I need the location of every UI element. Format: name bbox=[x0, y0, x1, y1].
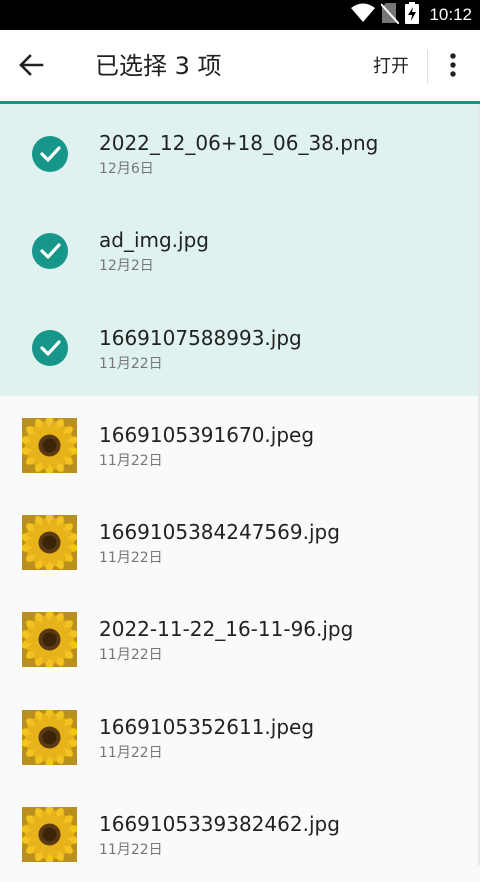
sunflower-image-thumbnail bbox=[22, 709, 77, 765]
more-vert-icon bbox=[450, 53, 456, 81]
file-row[interactable]: 1669107588993.jpg 11月22日 bbox=[0, 298, 480, 396]
file-date: 11月22日 bbox=[99, 550, 163, 567]
file-row[interactable]: ad_img.jpg 12月2日 bbox=[0, 201, 480, 299]
file-thumbnail[interactable] bbox=[22, 515, 77, 571]
file-thumbnail[interactable] bbox=[22, 807, 77, 863]
selected-checkmark[interactable] bbox=[22, 223, 77, 278]
file-date: 12月2日 bbox=[99, 258, 154, 275]
check-circle-icon bbox=[31, 330, 68, 367]
file-date: 11月22日 bbox=[99, 744, 163, 761]
no-sim-icon bbox=[380, 2, 401, 28]
selected-checkmark[interactable] bbox=[22, 126, 77, 181]
file-date: 12月6日 bbox=[99, 161, 154, 177]
file-date: 11月22日 bbox=[99, 647, 163, 664]
status-bar: 10:12 bbox=[0, 0, 480, 30]
check-circle-icon bbox=[31, 232, 68, 269]
selected-checkmark[interactable] bbox=[22, 321, 77, 376]
page-title: 已选择 3 项 bbox=[95, 52, 222, 80]
status-time: 10:12 bbox=[429, 5, 472, 24]
file-name: 1669105352611.jpeg bbox=[99, 714, 315, 739]
file-name: 2022_12_06+18_06_38.png bbox=[99, 131, 379, 155]
sunflower-image-thumbnail bbox=[22, 417, 77, 473]
wifi-icon bbox=[351, 3, 376, 27]
more-options-button[interactable] bbox=[438, 50, 468, 84]
file-row[interactable]: 1669105339382462.jpg 11月22日 bbox=[0, 785, 480, 882]
open-button[interactable]: 打开 bbox=[373, 54, 409, 80]
file-thumbnail[interactable] bbox=[22, 709, 77, 765]
file-row[interactable]: 2022-11-22_16-11-96.jpg 11月22日 bbox=[0, 590, 480, 687]
back-button[interactable] bbox=[14, 50, 48, 84]
file-date: 11月22日 bbox=[99, 355, 163, 372]
file-date: 11月22日 bbox=[99, 452, 163, 469]
file-name: ad_img.jpg bbox=[99, 228, 209, 253]
action-toolbar: 已选择 3 项 打开 bbox=[0, 30, 480, 102]
file-row[interactable]: 2022_12_06+18_06_38.png 12月6日 bbox=[0, 104, 480, 202]
file-name: 1669107588993.jpg bbox=[99, 325, 302, 350]
file-thumbnail[interactable] bbox=[22, 612, 77, 668]
file-name: 1669105391670.jpeg bbox=[99, 422, 315, 447]
sunflower-image-thumbnail bbox=[22, 612, 77, 668]
file-row[interactable]: 1669105384247569.jpg 11月22日 bbox=[0, 493, 480, 590]
status-icons: 10:12 bbox=[351, 0, 472, 30]
file-date: 11月22日 bbox=[99, 842, 163, 859]
file-name: 2022-11-22_16-11-96.jpg bbox=[99, 617, 354, 642]
toolbar-divider bbox=[427, 50, 428, 84]
file-list: 2022_12_06+18_06_38.png 12月6日 ad_img.jpg 1… bbox=[0, 104, 480, 882]
file-name: 1669105384247569.jpg bbox=[99, 520, 340, 545]
sunflower-image-thumbnail bbox=[22, 515, 77, 571]
sunflower-image-thumbnail bbox=[22, 807, 77, 863]
battery-charging-icon bbox=[405, 2, 420, 28]
file-row[interactable]: 1669105391670.jpeg 11月22日 bbox=[0, 396, 480, 493]
check-circle-icon bbox=[31, 135, 68, 172]
arrow-left-icon bbox=[18, 54, 44, 80]
file-name: 1669105339382462.jpg bbox=[99, 812, 340, 837]
file-row[interactable]: 1669105352611.jpeg 11月22日 bbox=[0, 688, 480, 785]
file-thumbnail[interactable] bbox=[22, 417, 77, 473]
